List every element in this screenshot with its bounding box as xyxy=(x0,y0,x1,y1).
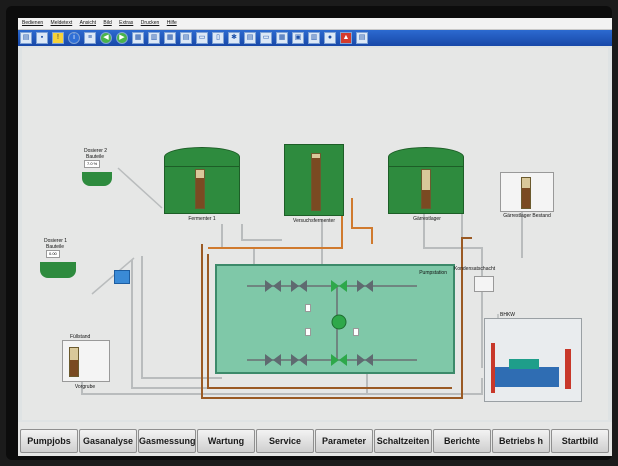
digestate-stock-gauge[interactable] xyxy=(500,172,554,212)
menu-extras[interactable]: Extras xyxy=(119,20,133,26)
nav-schaltzeiten-button[interactable]: Schaltzeiten xyxy=(374,429,432,453)
keyboard-icon[interactable]: ▭ xyxy=(260,32,272,44)
condensate-shaft[interactable] xyxy=(474,276,494,292)
menu-bedienen[interactable]: Bedienen xyxy=(22,20,43,26)
fermenter-label: Fermenter 1 xyxy=(188,216,216,222)
chp-unit[interactable] xyxy=(484,318,582,402)
menu-bar: Bedienen Meldetext Ansicht Bild Extras D… xyxy=(18,18,612,30)
grid-icon[interactable]: ▤ xyxy=(180,32,192,44)
nav-pumpjobs-button[interactable]: Pumpjobs xyxy=(20,429,78,453)
scada-screen: Bedienen Meldetext Ansicht Bild Extras D… xyxy=(18,18,612,456)
users-icon[interactable]: ● xyxy=(324,32,336,44)
fermenter-tank[interactable] xyxy=(164,147,240,214)
nav-parameter-button[interactable]: Parameter xyxy=(315,429,373,453)
monitor-bezel: Bedienen Meldetext Ansicht Bild Extras D… xyxy=(6,6,612,460)
nav-gasanalyse-button[interactable]: Gasanalyse xyxy=(79,429,137,453)
back-icon[interactable]: ◀ xyxy=(100,32,112,44)
dosierer2-value[interactable]: 7.0 % xyxy=(84,160,101,168)
settings-icon[interactable]: ✱ xyxy=(228,32,240,44)
condensate-shaft-label: Kondensatschacht xyxy=(454,266,496,272)
menu-bild[interactable]: Bild xyxy=(103,20,111,26)
menu-ansicht[interactable]: Ansicht xyxy=(80,20,96,26)
windows-icon[interactable]: ▣ xyxy=(292,32,304,44)
list-icon[interactable]: ≡ xyxy=(84,32,96,44)
digestate-storage-label: Gärrestlager xyxy=(413,216,441,222)
test-fermenter-tank[interactable] xyxy=(284,144,344,216)
chart-icon[interactable]: ▥ xyxy=(148,32,160,44)
toolbar: ▤ ▪ ! i ≡ ◀ ▶ ▦ ▥ ▦ ▤ ▭ ▯ ✱ ▤ ▭ ▦ ▣ ▥ ● … xyxy=(18,30,612,46)
pre-pit[interactable] xyxy=(62,340,110,382)
nav-service-button[interactable]: Service xyxy=(256,429,314,453)
water-tank[interactable] xyxy=(114,270,130,284)
table-icon[interactable]: ▦ xyxy=(164,32,176,44)
bottom-navigation: Pumpjobs Gasanalyse Gasmessung Wartung S… xyxy=(18,422,612,456)
dosierer1-value[interactable]: 0.00 xyxy=(46,250,60,258)
nav-startbild-button[interactable]: Startbild xyxy=(551,429,609,453)
forward-icon[interactable]: ▶ xyxy=(116,32,128,44)
dosierer2-hopper[interactable] xyxy=(82,172,112,186)
test-fermenter-label: Versuchsfermenter xyxy=(293,218,335,224)
pump-manifold xyxy=(247,280,417,366)
save-icon[interactable]: ▪ xyxy=(36,32,48,44)
nav-wartung-button[interactable]: Wartung xyxy=(197,429,255,453)
info-icon[interactable]: i xyxy=(68,32,80,44)
alarm-icon[interactable]: ▲ xyxy=(340,32,352,44)
pump-station: Pumpstation xyxy=(215,264,455,374)
network-icon[interactable]: ▦ xyxy=(276,32,288,44)
nav-berichte-button[interactable]: Berichte xyxy=(433,429,491,453)
report-icon[interactable]: ▤ xyxy=(244,32,256,44)
digestate-storage-tank[interactable] xyxy=(388,147,464,214)
window-icon[interactable]: ▭ xyxy=(196,32,208,44)
print-icon[interactable]: ▤ xyxy=(20,32,32,44)
page-icon[interactable]: ▦ xyxy=(132,32,144,44)
export-icon[interactable]: ▤ xyxy=(356,32,368,44)
layout-icon[interactable]: ▥ xyxy=(308,32,320,44)
dosierer1-hopper[interactable] xyxy=(40,262,76,278)
main-pump-icon xyxy=(331,314,347,330)
menu-hilfe[interactable]: Hilfe xyxy=(167,20,177,26)
menu-meldetext[interactable]: Meldetext xyxy=(51,20,73,26)
pre-pit-label: Vorgrube xyxy=(74,384,96,390)
warning-icon[interactable]: ! xyxy=(52,32,64,44)
menu-drucken[interactable]: Drucken xyxy=(141,20,160,26)
nav-gasmessung-button[interactable]: Gasmessung xyxy=(138,429,196,453)
digestate-stock-label: Gärrestlager Bestand xyxy=(503,213,551,219)
nav-betriebsstunden-button[interactable]: Betriebs h xyxy=(492,429,550,453)
document-icon[interactable]: ▯ xyxy=(212,32,224,44)
process-diagram: Pumpstation Fermenter 1 Versuchsfermente… xyxy=(22,48,608,420)
